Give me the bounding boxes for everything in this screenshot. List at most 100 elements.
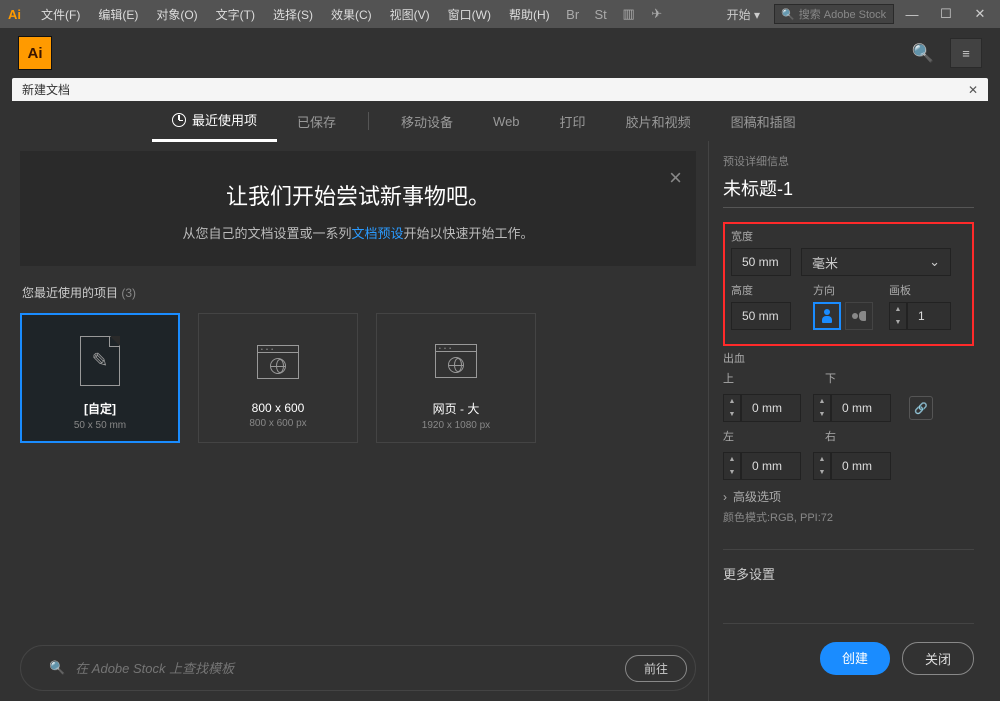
- dialog-close-icon[interactable]: ✕: [968, 83, 978, 97]
- menu-help[interactable]: 帮助(H): [501, 2, 558, 27]
- menu-type[interactable]: 文字(T): [208, 2, 263, 27]
- clock-icon: [172, 113, 186, 127]
- menu-edit[interactable]: 编辑(E): [90, 2, 146, 27]
- advanced-label: 高级选项: [733, 488, 781, 505]
- menu-file[interactable]: 文件(F): [33, 2, 88, 27]
- dialog-body: × 让我们开始尝试新事物吧。 从您自己的文档设置或一系列文档预设开始以快速开始工…: [12, 141, 988, 701]
- divider: [723, 623, 974, 624]
- bleed-left-input[interactable]: 0 mm: [741, 452, 801, 480]
- bleed-right-input[interactable]: 0 mm: [831, 452, 891, 480]
- orientation-landscape[interactable]: [845, 302, 873, 330]
- tab-saved[interactable]: 已保存: [277, 102, 356, 141]
- menu-select[interactable]: 选择(S): [265, 2, 321, 27]
- recent-label: 您最近使用的项目 (3): [22, 284, 696, 301]
- tab-mobile[interactable]: 移动设备: [381, 102, 473, 141]
- tab-print[interactable]: 打印: [540, 102, 606, 141]
- template-search-input[interactable]: [75, 661, 625, 676]
- preset-details-label: 预设详细信息: [723, 153, 974, 169]
- window-maximize[interactable]: ☐: [930, 2, 962, 26]
- recent-label-text: 您最近使用的项目: [22, 286, 118, 300]
- create-button[interactable]: 创建: [820, 642, 890, 675]
- close-button[interactable]: 关闭: [902, 642, 974, 675]
- bleed-right-label: 右: [825, 428, 915, 444]
- bleed-left-stepper[interactable]: ▲▼: [723, 452, 741, 480]
- bleed-label: 出血: [723, 350, 974, 366]
- size-highlight: 宽度 50 mm 毫米 ⌄ 高度 50 mm 方向: [723, 222, 974, 346]
- height-label: 高度: [731, 282, 791, 298]
- preset-details-pane: 预设详细信息 未标题-1 宽度 50 mm 毫米 ⌄ 高度 50 mm 方向: [708, 141, 988, 701]
- person-icon: [852, 311, 866, 321]
- panel-menu-icon[interactable]: ≡: [950, 38, 982, 68]
- bleed-top-input[interactable]: 0 mm: [741, 394, 801, 422]
- person-icon: [822, 309, 832, 323]
- workspace-start[interactable]: 开始 ▾: [715, 4, 772, 25]
- artboards-stepper[interactable]: ▲▼: [889, 302, 907, 330]
- bleed-right-stepper[interactable]: ▲▼: [813, 452, 831, 480]
- left-pane: × 让我们开始尝试新事物吧。 从您自己的文档设置或一系列文档预设开始以快速开始工…: [12, 141, 708, 701]
- hero-pre: 从您自己的文档设置或一系列: [182, 226, 351, 241]
- hero-banner: × 让我们开始尝试新事物吧。 从您自己的文档设置或一系列文档预设开始以快速开始工…: [20, 151, 696, 266]
- window-close[interactable]: ✕: [964, 2, 996, 26]
- chevron-right-icon: ›: [723, 490, 727, 504]
- recent-cards: ✎ [自定] 50 x 50 mm • • • 800 x 600 800 x …: [20, 313, 696, 443]
- document-icon: ✎: [80, 336, 120, 386]
- dialog-tabs: 最近使用项 已保存 移动设备 Web 打印 胶片和视频 图稿和插图: [12, 101, 988, 141]
- hero-close-icon[interactable]: ×: [669, 165, 682, 191]
- app-header: Ai 🔍 ≡: [0, 28, 1000, 78]
- units-select[interactable]: 毫米 ⌄: [801, 248, 951, 276]
- bleed-bottom-input[interactable]: 0 mm: [831, 394, 891, 422]
- menu-window[interactable]: 窗口(W): [440, 2, 499, 27]
- link-bleed-icon[interactable]: 🔗: [909, 396, 933, 420]
- stock-icon[interactable]: St: [588, 3, 614, 25]
- window-minimize[interactable]: —: [896, 2, 928, 26]
- stock-search[interactable]: 🔍 搜索 Adobe Stock: [774, 4, 894, 24]
- plane-icon[interactable]: ✈: [644, 3, 670, 25]
- advanced-options-toggle[interactable]: › 高级选项: [723, 488, 974, 505]
- document-name-input[interactable]: 未标题-1: [723, 175, 974, 208]
- card-title: 网页 - 大: [433, 400, 480, 417]
- search-icon: 🔍: [49, 660, 65, 676]
- card-title: 800 x 600: [252, 401, 305, 415]
- tab-recent[interactable]: 最近使用项: [152, 100, 277, 142]
- card-custom[interactable]: ✎ [自定] 50 x 50 mm: [20, 313, 180, 443]
- orientation-label: 方向: [813, 282, 873, 298]
- recent-count: (3): [121, 286, 136, 300]
- bleed-bottom-stepper[interactable]: ▲▼: [813, 394, 831, 422]
- tab-film[interactable]: 胶片和视频: [606, 102, 711, 141]
- menubar: Ai 文件(F) 编辑(E) 对象(O) 文字(T) 选择(S) 效果(C) 视…: [0, 0, 1000, 28]
- card-800x600[interactable]: • • • 800 x 600 800 x 600 px: [198, 313, 358, 443]
- bleed-left-label: 左: [723, 428, 813, 444]
- artboards-input[interactable]: 1: [907, 302, 951, 330]
- bleed-top-label: 上: [723, 370, 813, 386]
- orientation-portrait[interactable]: [813, 302, 841, 330]
- card-web-large[interactable]: • • • 网页 - 大 1920 x 1080 px: [376, 313, 536, 443]
- height-input[interactable]: 50 mm: [731, 302, 791, 330]
- units-value: 毫米: [812, 253, 838, 272]
- hero-preset-link[interactable]: 文档预设: [351, 226, 403, 241]
- browser-icon: • • •: [435, 344, 477, 378]
- menu-effect[interactable]: 效果(C): [323, 2, 380, 27]
- card-sub: 50 x 50 mm: [74, 420, 126, 431]
- menu-view[interactable]: 视图(V): [382, 2, 438, 27]
- go-button[interactable]: 前往: [625, 655, 687, 682]
- bleed-top-stepper[interactable]: ▲▼: [723, 394, 741, 422]
- width-input[interactable]: 50 mm: [731, 248, 791, 276]
- chevron-down-icon: ⌄: [929, 254, 940, 270]
- tab-art[interactable]: 图稿和插图: [711, 102, 816, 141]
- hero-heading: 让我们开始尝试新事物吧。: [80, 179, 636, 211]
- arrange-icon[interactable]: ▥: [616, 3, 642, 25]
- color-mode-text: 颜色模式:RGB, PPI:72: [723, 509, 974, 525]
- card-title: [自定]: [84, 400, 116, 417]
- width-label: 宽度: [731, 228, 966, 244]
- menu-object[interactable]: 对象(O): [148, 2, 205, 27]
- dialog-actions: 创建 关闭: [723, 642, 974, 675]
- tab-web[interactable]: Web: [473, 104, 540, 139]
- more-settings[interactable]: 更多设置: [723, 549, 974, 583]
- search-icon[interactable]: 🔍: [912, 43, 934, 64]
- card-sub: 800 x 600 px: [249, 418, 306, 429]
- card-sub: 1920 x 1080 px: [422, 420, 490, 431]
- dialog-titlebar: 新建文档 ✕: [12, 78, 988, 101]
- tab-divider: [368, 112, 369, 130]
- bridge-icon[interactable]: Br: [560, 3, 586, 25]
- tab-recent-label: 最近使用项: [192, 110, 257, 129]
